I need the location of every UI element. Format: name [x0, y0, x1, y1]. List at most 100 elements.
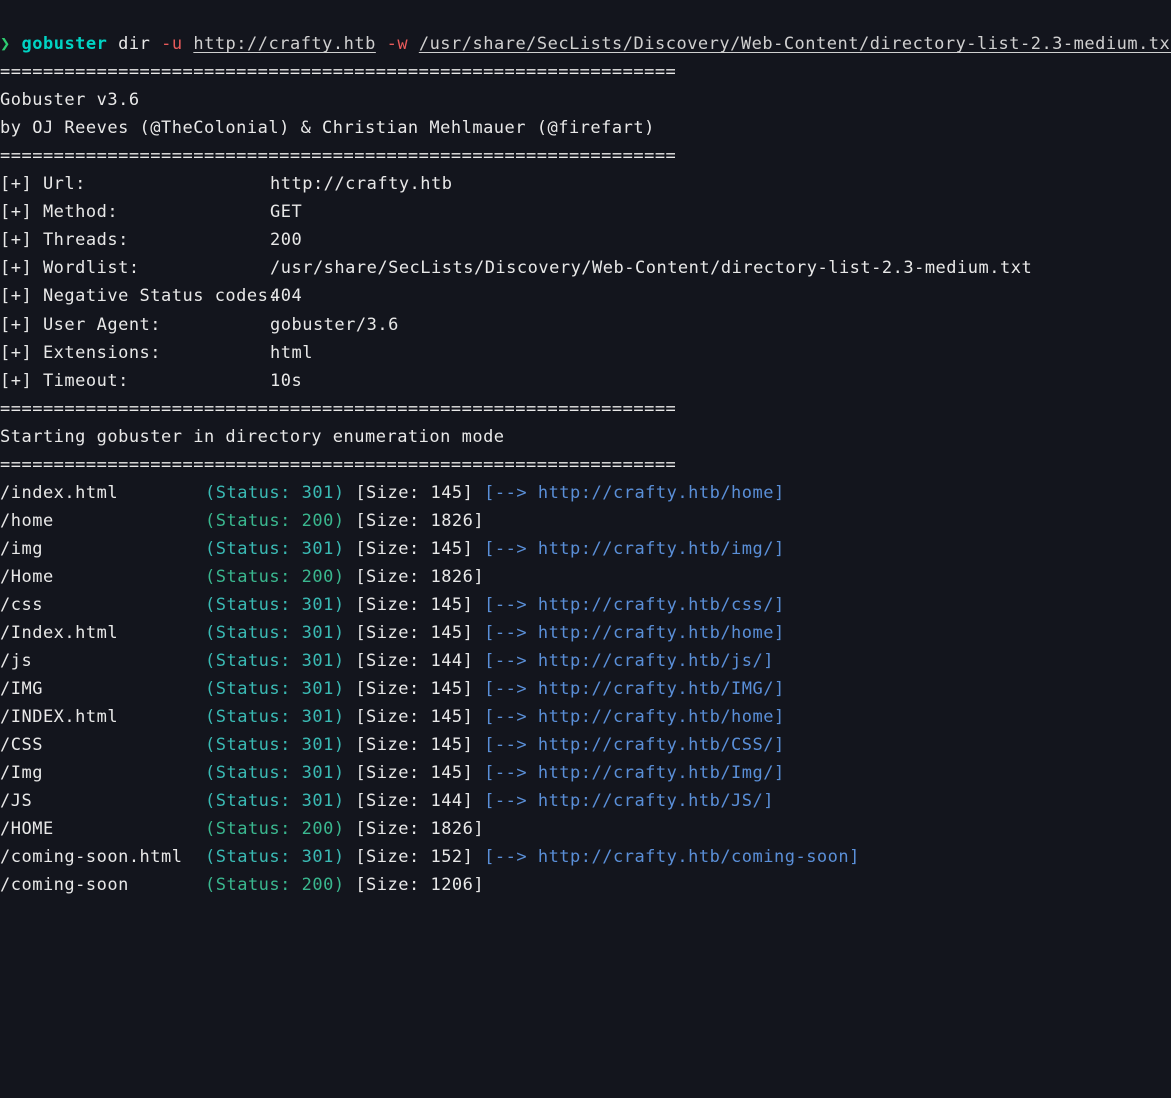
- arg-url: http://crafty.htb: [193, 34, 376, 54]
- result-path: /img: [0, 535, 205, 563]
- result-size: [Size: 1826]: [355, 567, 484, 587]
- result-path: /Home: [0, 563, 205, 591]
- settings-row: [+] Negative Status codes:404: [0, 286, 302, 306]
- result-path: /Img: [0, 759, 205, 787]
- result-status: (Status: 301): [205, 731, 345, 759]
- result-row: /coming-soon(Status: 200) [Size: 1206]: [0, 875, 495, 895]
- result-size: [Size: 145]: [355, 735, 473, 755]
- settings-label: [+] User Agent:: [0, 311, 270, 339]
- settings-row: [+] Extensions:html: [0, 343, 313, 363]
- result-row: /Img(Status: 301) [Size: 145] [--> http:…: [0, 763, 785, 783]
- result-status: (Status: 301): [205, 787, 345, 815]
- result-row: /HOME(Status: 200) [Size: 1826]: [0, 819, 495, 839]
- result-status: (Status: 301): [205, 647, 345, 675]
- result-size: [Size: 144]: [355, 651, 473, 671]
- result-redirect: [--> http://crafty.htb/home]: [484, 623, 785, 643]
- result-row: /JS(Status: 301) [Size: 144] [--> http:/…: [0, 791, 774, 811]
- result-status: (Status: 301): [205, 703, 345, 731]
- result-size: [Size: 152]: [355, 847, 473, 867]
- result-path: /INDEX.html: [0, 703, 205, 731]
- result-row: /css(Status: 301) [Size: 145] [--> http:…: [0, 595, 785, 615]
- result-size: [Size: 1826]: [355, 511, 484, 531]
- settings-row: [+] Wordlist:/usr/share/SecLists/Discove…: [0, 258, 1032, 278]
- result-status: (Status: 301): [205, 535, 345, 563]
- result-path: /HOME: [0, 815, 205, 843]
- result-size: [Size: 145]: [355, 623, 473, 643]
- command-subcommand: dir: [118, 34, 150, 54]
- result-size: [Size: 145]: [355, 707, 473, 727]
- divider-line: ========================================…: [0, 399, 676, 419]
- terminal-output[interactable]: ❯ gobuster dir -u http://crafty.htb -w /…: [0, 30, 1171, 899]
- result-path: /home: [0, 507, 205, 535]
- prompt-symbol: ❯: [0, 34, 11, 54]
- result-redirect: [--> http://crafty.htb/home]: [484, 483, 785, 503]
- result-redirect: [--> http://crafty.htb/js/]: [484, 651, 774, 671]
- flag-w: -w: [387, 34, 408, 54]
- result-row: /js(Status: 301) [Size: 144] [--> http:/…: [0, 651, 774, 671]
- settings-label: [+] Negative Status codes:: [0, 282, 270, 310]
- result-status: (Status: 301): [205, 675, 345, 703]
- settings-value: 404: [270, 286, 302, 306]
- result-row: /coming-soon.html(Status: 301) [Size: 15…: [0, 847, 860, 867]
- result-size: [Size: 145]: [355, 595, 473, 615]
- settings-value: gobuster/3.6: [270, 315, 399, 335]
- result-redirect: [--> http://crafty.htb/IMG/]: [484, 679, 785, 699]
- result-row: /INDEX.html(Status: 301) [Size: 145] [--…: [0, 707, 785, 727]
- settings-label: [+] Url:: [0, 170, 270, 198]
- result-row: /Home(Status: 200) [Size: 1826]: [0, 567, 495, 587]
- settings-row: [+] Threads:200: [0, 230, 302, 250]
- result-redirect: [--> http://crafty.htb/coming-soon]: [484, 847, 860, 867]
- arg-wordlist: /usr/share/SecLists/Discovery/Web-Conten…: [419, 34, 1171, 54]
- divider-line: ========================================…: [0, 146, 676, 166]
- settings-value: GET: [270, 202, 302, 222]
- settings-label: [+] Timeout:: [0, 367, 270, 395]
- result-row: /img(Status: 301) [Size: 145] [--> http:…: [0, 539, 785, 559]
- result-status: (Status: 301): [205, 591, 345, 619]
- settings-value: 200: [270, 230, 302, 250]
- result-row: /Index.html(Status: 301) [Size: 145] [--…: [0, 623, 785, 643]
- result-path: /JS: [0, 787, 205, 815]
- settings-label: [+] Method:: [0, 198, 270, 226]
- settings-value: http://crafty.htb: [270, 174, 453, 194]
- settings-value: 10s: [270, 371, 302, 391]
- result-redirect: [--> http://crafty.htb/CSS/]: [484, 735, 785, 755]
- result-row: /home(Status: 200) [Size: 1826]: [0, 511, 495, 531]
- result-status: (Status: 301): [205, 619, 345, 647]
- settings-label: [+] Threads:: [0, 226, 270, 254]
- settings-label: [+] Extensions:: [0, 339, 270, 367]
- status-line: Starting gobuster in directory enumerati…: [0, 427, 505, 447]
- result-status: (Status: 301): [205, 843, 345, 871]
- result-size: [Size: 145]: [355, 539, 473, 559]
- result-status: (Status: 200): [205, 507, 345, 535]
- result-path: /coming-soon: [0, 871, 205, 899]
- banner-version: Gobuster v3.6: [0, 90, 140, 110]
- result-redirect: [--> http://crafty.htb/home]: [484, 707, 785, 727]
- result-status: (Status: 301): [205, 479, 345, 507]
- result-size: [Size: 1206]: [355, 875, 484, 895]
- result-path: /css: [0, 591, 205, 619]
- settings-label: [+] Wordlist:: [0, 254, 270, 282]
- command-name: gobuster: [22, 34, 108, 54]
- result-status: (Status: 200): [205, 563, 345, 591]
- result-path: /IMG: [0, 675, 205, 703]
- result-redirect: [--> http://crafty.htb/css/]: [484, 595, 785, 615]
- result-path: /index.html: [0, 479, 205, 507]
- result-size: [Size: 144]: [355, 791, 473, 811]
- result-size: [Size: 145]: [355, 483, 473, 503]
- result-row: /index.html(Status: 301) [Size: 145] [--…: [0, 483, 785, 503]
- result-path: /Index.html: [0, 619, 205, 647]
- result-path: /CSS: [0, 731, 205, 759]
- result-size: [Size: 1826]: [355, 819, 484, 839]
- banner-authors: by OJ Reeves (@TheColonial) & Christian …: [0, 118, 655, 138]
- result-redirect: [--> http://crafty.htb/JS/]: [484, 791, 774, 811]
- result-size: [Size: 145]: [355, 763, 473, 783]
- settings-value: /usr/share/SecLists/Discovery/Web-Conten…: [270, 258, 1032, 278]
- result-row: /IMG(Status: 301) [Size: 145] [--> http:…: [0, 679, 785, 699]
- divider-line: ========================================…: [0, 62, 676, 82]
- result-redirect: [--> http://crafty.htb/Img/]: [484, 763, 785, 783]
- settings-row: [+] Timeout:10s: [0, 371, 302, 391]
- settings-value: html: [270, 343, 313, 363]
- settings-row: [+] Method:GET: [0, 202, 302, 222]
- result-redirect: [--> http://crafty.htb/img/]: [484, 539, 785, 559]
- flag-u: -u: [161, 34, 182, 54]
